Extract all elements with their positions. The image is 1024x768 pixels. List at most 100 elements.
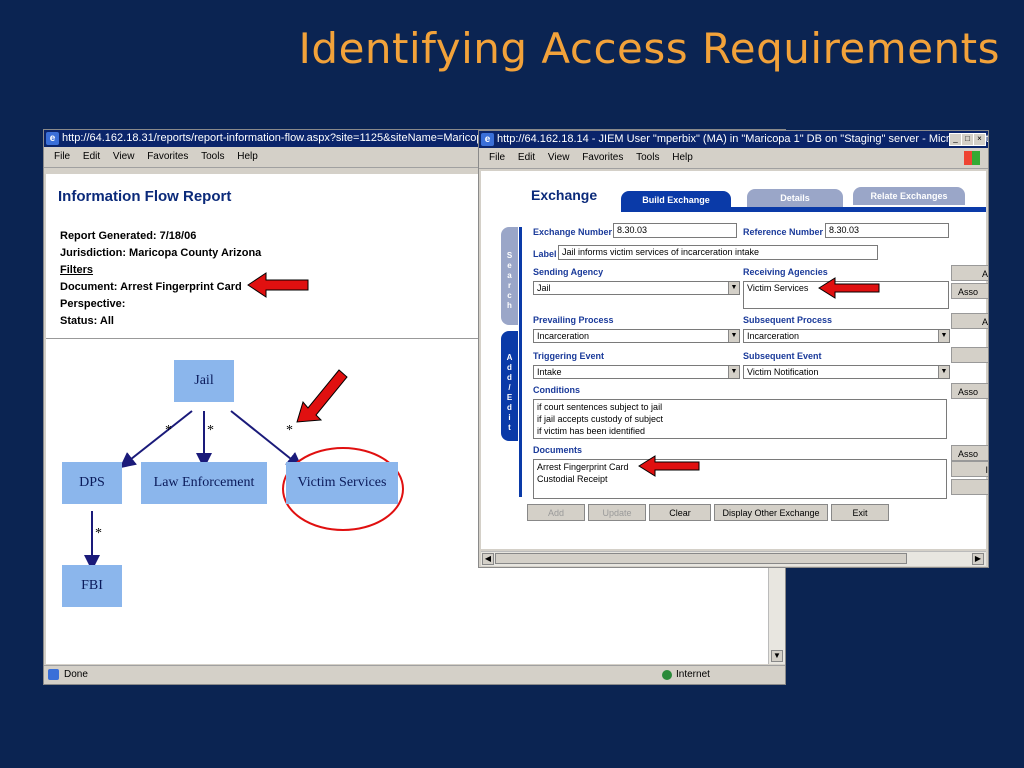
report-jurisdiction: Jurisdiction: Maricopa County Arizona — [60, 247, 262, 259]
report-statusbar: Done Internet — [44, 665, 785, 684]
slide-title: Identifying Access Requirements — [298, 24, 1000, 73]
close-icon[interactable]: × — [973, 133, 986, 146]
triggering-event-select[interactable]: Intake ▼ — [533, 365, 740, 379]
dropdown-arrow-icon[interactable]: ▼ — [938, 330, 949, 342]
sending-agency-value: Jail — [537, 283, 551, 293]
edge-label: * — [165, 423, 172, 438]
tab-relate-exchanges[interactable]: Relate Exchanges — [853, 187, 965, 205]
windows-logo-icon — [964, 151, 980, 165]
document-item[interactable]: Arrest Fingerprint Card — [537, 461, 946, 473]
exchange-browser-window: e http://64.162.18.14 - JIEM User "mperb… — [478, 130, 989, 568]
node-fbi: FBI — [62, 565, 122, 607]
side-button[interactable]: Asso — [951, 283, 988, 299]
form-left-rule — [519, 227, 522, 497]
side-button[interactable] — [951, 347, 988, 363]
menu-favorites[interactable]: Favorites — [147, 151, 188, 162]
menu-file[interactable]: File — [489, 152, 505, 163]
menu-view[interactable]: View — [548, 152, 570, 163]
exit-button[interactable]: Exit — [831, 504, 889, 521]
tab-build-exchange[interactable]: Build Exchange — [621, 191, 731, 209]
subsequent-event-value: Victim Notification — [747, 367, 819, 377]
menu-help[interactable]: Help — [237, 151, 258, 162]
prevailing-process-value: Incarceration — [537, 331, 590, 341]
menu-help[interactable]: Help — [672, 152, 693, 163]
report-window-url: http://64.162.18.31/reports/report-infor… — [62, 132, 489, 144]
sending-agency-label: Sending Agency — [533, 267, 604, 277]
node-dps: DPS — [62, 462, 122, 504]
documents-list[interactable]: Arrest Fingerprint Card Custodial Receip… — [533, 459, 947, 499]
scroll-down-icon[interactable]: ▼ — [771, 650, 783, 662]
node-victim-services: Victim Services — [286, 462, 398, 504]
dropdown-arrow-icon[interactable]: ▼ — [938, 366, 949, 378]
edge-jail-dps — [119, 410, 193, 469]
scroll-right-icon[interactable]: ▶ — [972, 553, 984, 565]
label-label: Label — [533, 249, 557, 259]
condition-item[interactable]: if victim has been identified — [537, 425, 946, 437]
reference-number-label: Reference Number — [743, 227, 824, 237]
edge-label: * — [95, 526, 102, 541]
dropdown-arrow-icon[interactable]: ▼ — [728, 282, 739, 294]
add-button[interactable]: Add — [527, 504, 585, 521]
menu-view[interactable]: View — [113, 151, 135, 162]
node-jail: Jail — [174, 360, 234, 402]
reference-number-input[interactable]: 8.30.03 — [825, 223, 949, 238]
report-heading: Information Flow Report — [58, 188, 232, 205]
receiving-agencies-label: Receiving Agencies — [743, 267, 828, 277]
document-item[interactable]: Custodial Receipt — [537, 473, 946, 485]
subsequent-event-select[interactable]: Victim Notification ▼ — [743, 365, 950, 379]
dropdown-arrow-icon[interactable]: ▼ — [728, 366, 739, 378]
red-arrow-icon — [818, 277, 880, 299]
condition-item[interactable]: if jail accepts custody of subject — [537, 413, 946, 425]
node-law-enforcement: Law Enforcement — [141, 462, 267, 504]
dropdown-arrow-icon[interactable]: ▼ — [728, 330, 739, 342]
exchange-number-label: Exchange Number — [533, 227, 613, 237]
subsequent-process-value: Incarceration — [747, 331, 800, 341]
menu-edit[interactable]: Edit — [518, 152, 535, 163]
receiving-agencies-value[interactable]: Victim Services — [747, 283, 808, 293]
edge-label: * — [207, 423, 214, 438]
condition-item[interactable]: if court sentences subject to jail — [537, 401, 946, 413]
tab-details[interactable]: Details — [747, 189, 843, 207]
menu-file[interactable]: File — [54, 151, 70, 162]
subsequent-event-label: Subsequent Event — [743, 351, 822, 361]
side-button[interactable]: Asso — [951, 445, 988, 461]
scroll-thumb[interactable] — [495, 553, 907, 564]
exchange-menubar: File Edit View Favorites Tools Help — [479, 148, 988, 169]
exchange-window-titlebar[interactable]: e http://64.162.18.14 - JIEM User "mperb… — [479, 131, 988, 148]
exchange-horizontal-scrollbar[interactable]: ◀ ▶ — [481, 551, 986, 566]
clear-button[interactable]: Clear — [649, 504, 711, 521]
status-text: Done — [64, 669, 88, 680]
prevailing-process-select[interactable]: Incarceration ▼ — [533, 329, 740, 343]
side-button[interactable]: Asso — [951, 383, 988, 399]
subsequent-process-select[interactable]: Incarceration ▼ — [743, 329, 950, 343]
exchange-content: Exchange Build Exchange Details Relate E… — [481, 171, 988, 549]
report-filters-link[interactable]: Filters — [60, 264, 93, 276]
prevailing-process-label: Prevailing Process — [533, 315, 614, 325]
display-other-exchange-button[interactable]: Display Other Exchange — [714, 504, 828, 521]
menu-favorites[interactable]: Favorites — [582, 152, 623, 163]
conditions-list[interactable]: if court sentences subject to jail if ja… — [533, 399, 947, 439]
side-tab-search-label: Search — [506, 251, 513, 310]
red-arrow-icon — [296, 369, 348, 423]
report-generated: Report Generated: 7/18/06 — [60, 230, 197, 242]
menu-tools[interactable]: Tools — [201, 151, 224, 162]
side-button[interactable]: I — [951, 461, 988, 477]
report-perspective: Perspective: — [60, 298, 126, 310]
globe-icon — [662, 670, 672, 680]
page-done-icon — [48, 669, 59, 680]
scroll-left-icon[interactable]: ◀ — [482, 553, 494, 565]
menu-edit[interactable]: Edit — [83, 151, 100, 162]
documents-label: Documents — [533, 445, 583, 455]
label-input[interactable]: Jail informs victim services of incarcer… — [558, 245, 878, 260]
ie-icon: e — [46, 132, 59, 145]
red-arrow-icon — [638, 455, 700, 477]
side-button[interactable]: A — [951, 313, 988, 329]
menu-tools[interactable]: Tools — [636, 152, 659, 163]
exchange-window-title: http://64.162.18.14 - JIEM User "mperbix… — [497, 133, 988, 145]
side-button[interactable] — [951, 479, 988, 495]
sending-agency-select[interactable]: Jail ▼ — [533, 281, 740, 295]
side-button[interactable]: A — [951, 265, 988, 281]
exchange-number-input[interactable]: 8.30.03 — [613, 223, 737, 238]
update-button[interactable]: Update — [588, 504, 646, 521]
triggering-event-value: Intake — [537, 367, 562, 377]
